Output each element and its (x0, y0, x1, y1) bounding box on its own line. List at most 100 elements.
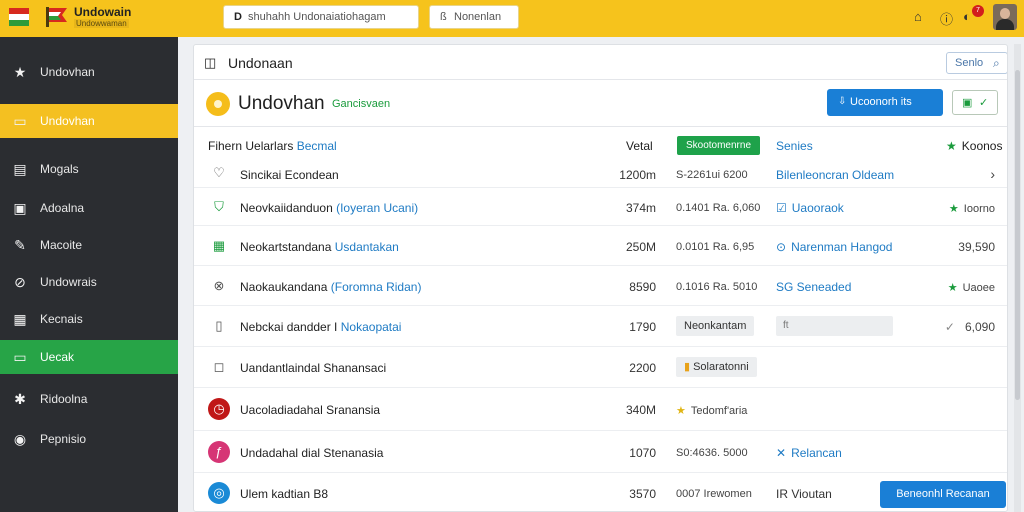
row-size: 1200m (619, 168, 656, 182)
table-row[interactable]: ⊗ Naokaukandana (Foromna Ridan) 8590 0.1… (194, 266, 1007, 306)
avatar[interactable] (993, 4, 1017, 30)
row-size: 3570 (629, 487, 656, 501)
row-link[interactable]: Bilenleoncran Oldeam (776, 168, 894, 182)
section-title: Undovhan (238, 93, 325, 114)
panel-search-input[interactable]: Senlo ⌕ (946, 52, 1007, 74)
primary-action-label: Ucoonorh its (850, 96, 912, 108)
row-size: 250M (625, 240, 656, 254)
row-size: 2200 (629, 361, 656, 375)
sidebar-item-2[interactable]: ▤ Mogals (0, 152, 178, 186)
gear-icon: ✱ (14, 391, 26, 407)
sidebar-item-5[interactable]: ⊘ Undowrais (0, 265, 178, 299)
row-detail: S0:4636. 5000 (676, 447, 748, 459)
checkbox-icon: ☑ (776, 201, 787, 215)
sidebar-item-9[interactable]: ◉ Pepnisio (0, 422, 178, 456)
row-pill[interactable]: Neonkantam (676, 316, 755, 336)
row-name: Naokaukandana (Foromna Ridan) (240, 280, 422, 294)
scrollbar-thumb[interactable] (1015, 70, 1020, 400)
sidebar-item-label: Pepnisio (40, 432, 87, 446)
top-secondary-text: Nonenlan (454, 11, 502, 23)
sidebar-item-8[interactable]: ✱ Ridoolna (0, 382, 178, 416)
tag-icon: ▮ (684, 361, 691, 373)
sidebar-item-0[interactable]: ★ Undovhan (0, 55, 178, 89)
row-size: 340M (625, 403, 656, 417)
sidebar-item-1[interactable]: ▭ Undovhan (0, 104, 178, 138)
primary-action-button[interactable]: ⇩ Ucoonorh its (827, 89, 943, 116)
star-icon: ★ (13, 64, 27, 80)
flower-icon: ƒ (208, 441, 230, 463)
check-icon: ✓ (944, 320, 955, 334)
clock-icon: ◷ (208, 398, 230, 420)
scrollbar[interactable] (1014, 44, 1021, 512)
column-header-right[interactable]: ★ Koonos (946, 139, 1002, 153)
sidebar-item-label: Ridoolna (40, 392, 88, 406)
table-row[interactable]: ⛉ Neovkaiidanduon (Ioyeran Ucani) 374m 0… (194, 188, 1007, 226)
section-header: Undovhan Gancisvaen ⇩ Ucoonorh its ▣ ✓ (194, 81, 1007, 127)
list-icon: ▣ (962, 97, 973, 109)
info-icon[interactable]: ⓘ (940, 9, 953, 28)
row-input-field[interactable]: ft (776, 316, 893, 336)
table-row[interactable]: ▯ Nebckai dandder I Nokaopatai 1790 Neon… (194, 306, 1007, 347)
table-row[interactable]: ƒ Undadahal dial Stenanasia 1070 S0:4636… (194, 431, 1007, 473)
sidebar-item-label: Kecnais (40, 312, 83, 326)
row-size: 1070 (629, 446, 656, 460)
view-toggle-button[interactable]: ▣ ✓ (952, 90, 998, 115)
tools-icon: ✕ (776, 446, 787, 460)
row-name: Neovkaiidanduon (Ioyeran Ucani) (240, 201, 419, 215)
row-link[interactable]: ⊙ Narenman Hangod (776, 240, 892, 254)
table-row[interactable]: ◎ Ulem kadtian B8 3570 0007 Irewomen IR … (194, 473, 1007, 511)
column-header-series[interactable]: Senies (776, 139, 813, 153)
row-size: 374m (625, 201, 656, 215)
chevron-down-icon: ✓ (979, 97, 989, 109)
heart-icon: ♡ (213, 165, 225, 180)
sidebar-item-4[interactable]: ✎ Macoite (0, 228, 178, 262)
table-row[interactable]: ▦ Neokartstandana Usdantakan 250M 0.0101… (194, 226, 1007, 266)
sidebar-item-label: Mogals (40, 162, 79, 176)
shield-icon: ⛉ (214, 199, 224, 214)
row-link[interactable]: ✕ Relancan (776, 446, 842, 460)
row-name: Nebckai dandder I Nokaopatai (240, 320, 402, 334)
row-link[interactable]: SG Seneaded (776, 280, 851, 294)
sidebar-item-label: Undovhan (40, 114, 95, 128)
edit-icon: ✎ (14, 237, 26, 253)
home-icon[interactable]: ⌂ (914, 9, 922, 24)
row-pill[interactable]: ▮ Solaratonni (676, 357, 757, 377)
folder-icon: ▭ (13, 113, 27, 129)
brand-subtitle: Undowwaman (74, 19, 129, 28)
palette-icon: ◉ (13, 431, 27, 447)
row-link[interactable]: ☑ Uaooraok (776, 201, 844, 215)
panel-search-label: Senlo (955, 57, 984, 69)
row-action-button[interactable]: Beneonhl Recanan (880, 481, 1006, 508)
column-header-badge[interactable]: Skootomenrne (677, 136, 760, 155)
table-row[interactable]: ♡ Sincikai Econdean 1200m S-2261ui 6200 … (194, 159, 1007, 188)
top-secondary-input[interactable]: ß Nonenlan (429, 5, 519, 29)
sidebar-item-3[interactable]: ▣ Adoalna (0, 191, 178, 225)
row-size: 8590 (629, 280, 656, 294)
search-prefix-icon: D (234, 11, 242, 23)
row-label: IR Vioutan (776, 487, 832, 501)
top-search-text: shuhahh Undonaiatiohagam (248, 11, 386, 23)
sidebar-item-label: Uecak (40, 350, 75, 364)
sidebar-item-7[interactable]: ▭ Uecak (0, 340, 178, 374)
column-header-volume[interactable]: Vetal (626, 139, 653, 153)
table-row[interactable]: ◻ Uandantlaindal Shanansaci 2200 ▮ Solara… (194, 347, 1007, 388)
star-icon: ★ (676, 405, 686, 417)
top-search-input[interactable]: D shuhahh Undonaiatiohagam (223, 5, 419, 29)
download-icon: ⇩ (838, 96, 847, 107)
row-right: ★ Ioorno (948, 203, 995, 215)
phone-icon: ▯ (215, 318, 223, 333)
column-header-file[interactable]: Fihern Uelarlars Becmal (208, 139, 337, 153)
folder-icon: ▭ (13, 349, 27, 365)
table-header: Fihern Uelarlars Becmal Vetal Skootomenr… (194, 133, 1007, 159)
top-bar: Undowain Undowwaman D shuhahh Undonaiati… (0, 0, 1024, 37)
camera-icon: ◎ (208, 482, 230, 504)
row-name: Uandantlaindal Shanansaci (240, 361, 387, 375)
document-icon: ◫ (204, 55, 217, 70)
table-row[interactable]: ◷ Uacoladiadahal Sranansia 340M ★ Tedomf'… (194, 388, 1007, 431)
sidebar-item-label: Macoite (40, 238, 83, 252)
notification-icon[interactable]: ◐ (963, 9, 971, 24)
user-prefix-icon: ß (440, 11, 447, 23)
sidebar-item-6[interactable]: ▦ Kecnais (0, 302, 178, 336)
chevron-right-icon[interactable]: › (990, 166, 995, 182)
table-icon: ▦ (212, 238, 226, 253)
